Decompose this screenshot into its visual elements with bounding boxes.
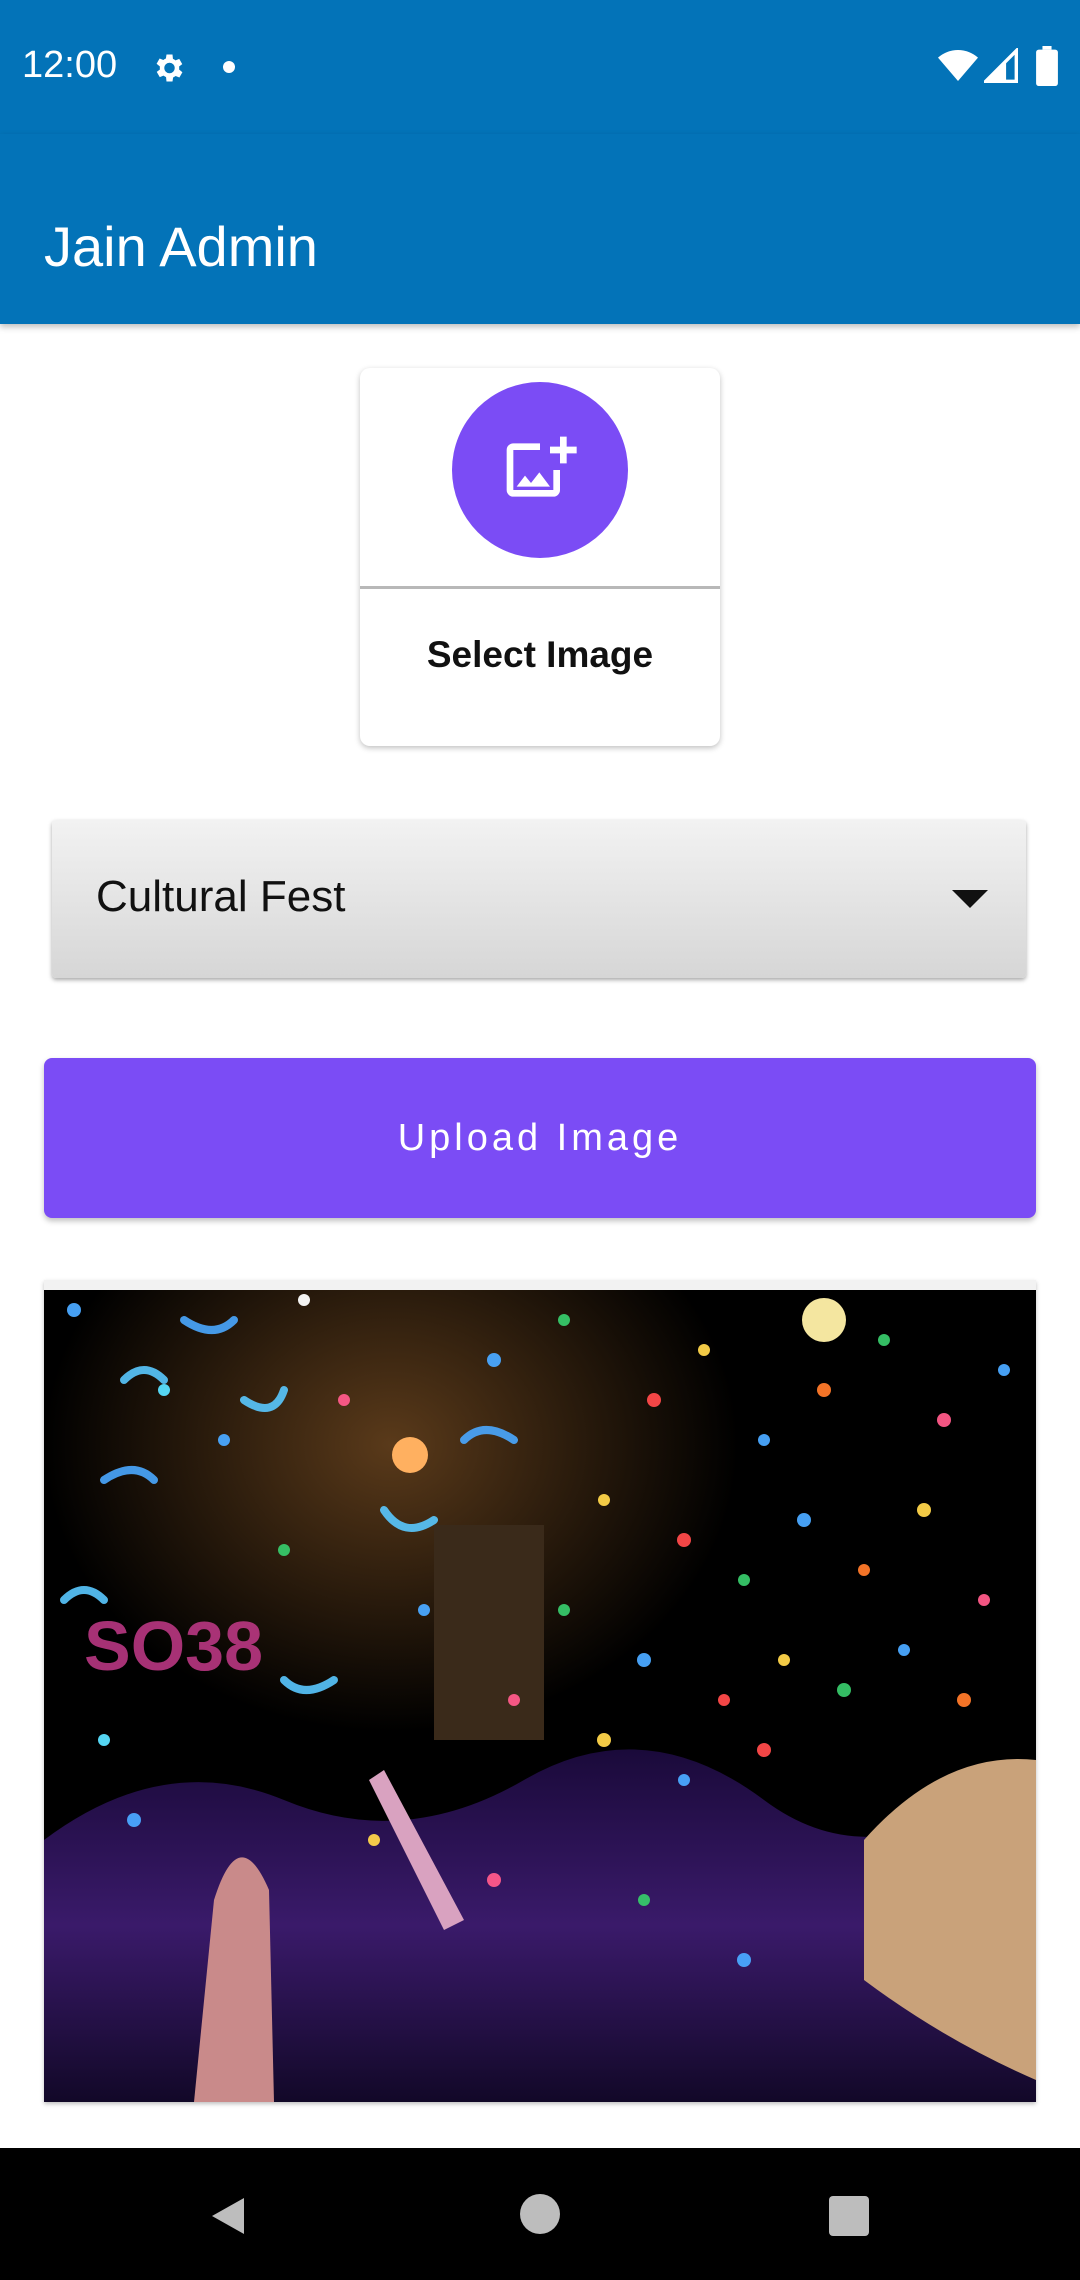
battery-icon xyxy=(1036,46,1058,86)
home-icon[interactable] xyxy=(520,2194,560,2234)
add-photo-icon xyxy=(506,436,577,497)
status-time: 12:00 xyxy=(22,44,118,86)
back-icon[interactable] xyxy=(204,2192,252,2240)
category-selected-value: Cultural Fest xyxy=(96,872,346,921)
wifi-icon xyxy=(938,50,978,81)
gear-icon xyxy=(156,54,183,82)
status-bar: 12:00 xyxy=(0,0,1080,134)
upload-image-button[interactable]: Upload Image xyxy=(44,1058,1036,1218)
category-dropdown[interactable]: Cultural Fest xyxy=(52,820,1026,978)
card-divider xyxy=(360,586,720,589)
chevron-down-icon xyxy=(952,890,988,908)
cell-signal-icon xyxy=(984,48,1018,83)
add-photo-button[interactable] xyxy=(452,382,628,558)
notification-dot-icon xyxy=(223,61,235,73)
preview-image: SO38 xyxy=(44,1280,1036,2102)
select-image-card[interactable]: Select Image xyxy=(360,368,720,746)
select-image-label[interactable]: Select Image xyxy=(360,634,720,676)
app-bar: Jain Admin xyxy=(0,134,1080,324)
preview-photo: SO38 xyxy=(44,1280,1036,2102)
select-image-area[interactable] xyxy=(360,368,720,586)
recents-icon[interactable] xyxy=(829,2196,869,2236)
navigation-bar xyxy=(0,2148,1080,2280)
svg-text:SO38: SO38 xyxy=(84,1607,263,1685)
page-title: Jain Admin xyxy=(44,215,318,278)
